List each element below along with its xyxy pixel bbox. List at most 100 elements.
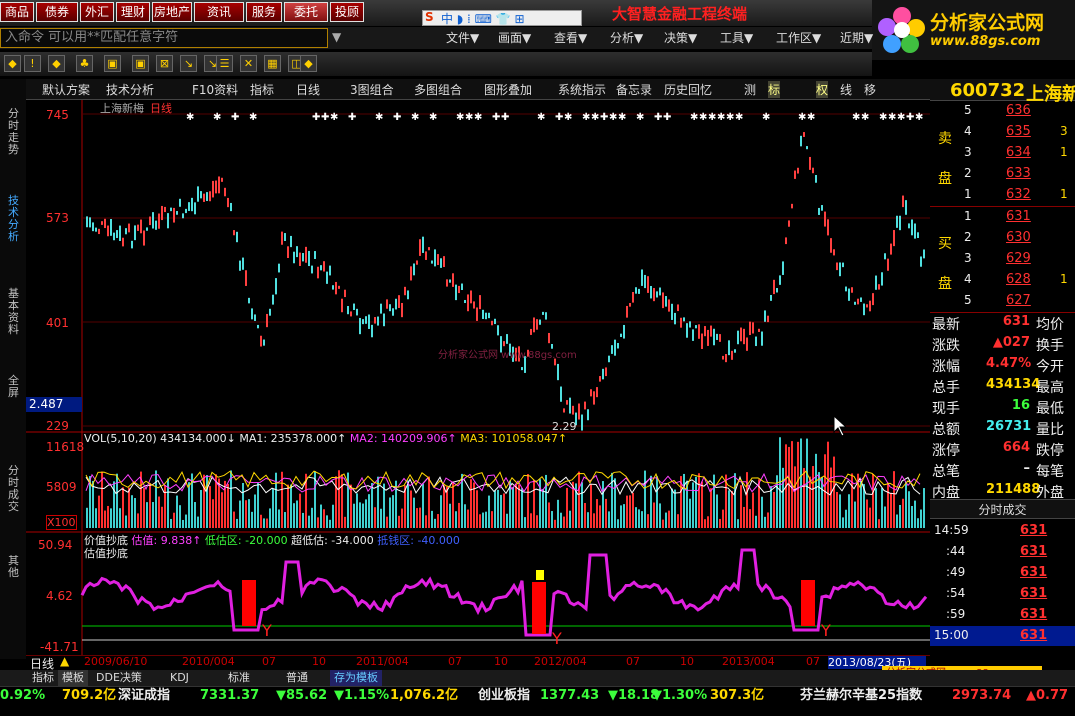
side-tab-4[interactable]: 分时成交 (8, 465, 22, 513)
command-dropdown-icon[interactable]: ▼ (332, 30, 341, 44)
volume-bar (677, 514, 679, 528)
candle (89, 217, 91, 228)
menu-item-6[interactable]: 工作区▼ (776, 29, 821, 46)
tab-9[interactable]: 备忘录 (616, 81, 652, 98)
volume-bar (626, 495, 628, 528)
candle (134, 225, 136, 241)
bottom-tab-2[interactable]: DDE决策 (92, 670, 146, 686)
tool-icon-13[interactable]: ◆ (300, 55, 317, 72)
menu-item-3[interactable]: 分析▼ (610, 29, 643, 46)
volume-bar (116, 473, 118, 528)
volume-bar (716, 494, 718, 528)
tool-icon-10[interactable]: ✕ (240, 55, 257, 72)
side-tab-0[interactable]: 分时走势 (8, 108, 22, 156)
tool-icon-7[interactable]: ↘ (180, 55, 197, 72)
tab-13[interactable]: 权 (816, 81, 829, 98)
candle (140, 219, 142, 234)
menu-item-5[interactable]: 工具▼ (720, 29, 753, 46)
y-label-745: 745 (46, 108, 69, 122)
candle (821, 205, 823, 211)
top-button-0[interactable]: 商品 (0, 2, 34, 22)
tab-0[interactable]: 默认方案 (42, 81, 90, 98)
date-label-11: 07 (806, 655, 820, 668)
tab-3[interactable]: 指标 (250, 81, 274, 98)
menu-item-0[interactable]: 文件▼ (446, 29, 479, 46)
top-button-8[interactable]: 投顾 (330, 2, 364, 22)
signal-marker: ✚ (663, 112, 671, 123)
tool-icon-3[interactable]: ♣ (76, 55, 93, 72)
buy-signal-y: Y (820, 621, 831, 640)
sell-level-1: 4 (964, 124, 972, 138)
tool-icon-2[interactable]: ◆ (48, 55, 65, 72)
volume-bar (425, 515, 427, 528)
side-tab-5[interactable]: 其他 (8, 555, 22, 579)
top-button-2[interactable]: 外汇 (80, 2, 114, 22)
status-item-0: 0.92% (0, 688, 46, 703)
tool-icon-6[interactable]: ⊠ (156, 55, 173, 72)
bottom-tab-6[interactable]: 存为模板 (330, 670, 382, 686)
candle (866, 304, 868, 308)
tool-icon-4[interactable]: ▣ (104, 55, 121, 72)
menu-item-7[interactable]: 近期▼ (840, 29, 873, 46)
volume-bar (338, 470, 340, 528)
command-input[interactable]: 入命令 可以用**匹配任意字符 (0, 28, 328, 48)
volume-bar (512, 487, 514, 528)
tab-14[interactable]: 线 (840, 81, 852, 98)
bottom-tab-1[interactable]: 模板 (58, 670, 88, 686)
tab-2[interactable]: F10资料 (192, 81, 238, 98)
volume-bar (722, 509, 724, 528)
side-tab-2[interactable]: 基本资料 (8, 288, 22, 336)
input-method-bar[interactable]: S 中 ◗ ⁞ ⌨ 👕 ⊞ (422, 10, 582, 26)
top-button-6[interactable]: 服务 (246, 2, 282, 22)
candle (263, 339, 265, 346)
volume-bar (614, 478, 616, 528)
top-button-4[interactable]: 房地产 (152, 2, 192, 22)
chart-canvas[interactable]: ✱ ✱ ✚ ✱ ✚ ✚ ✱ ✚ ✱ ✚ ✱ ✱ ✱ ✱ ✱ ✚ ✚ ✱ ✚ ✱ ✱ ✱ ✚ ✱ ✱ ✱ ✚ ✚ ✱ ✱ ✱ ✱ ✱ ✱ ✱ ✱ ✱ ✱ ✱ ✱… (26, 100, 930, 656)
top-button-5[interactable]: 资讯 (194, 2, 244, 22)
top-button-7[interactable]: 委托 (284, 2, 328, 22)
bottom-tab-5[interactable]: 普通 (282, 670, 312, 686)
candle (224, 187, 226, 197)
buy-level-3: 4 (964, 272, 972, 286)
tab-11[interactable]: 测 (744, 81, 756, 98)
tab-12[interactable]: 标 (768, 81, 781, 98)
volume-bar (377, 476, 379, 528)
menu-item-4[interactable]: 决策▼ (664, 29, 697, 46)
bottom-tab-0[interactable]: 指标 (28, 670, 58, 686)
tool-icon-9[interactable]: ☰ (216, 55, 233, 72)
volume-bar (362, 503, 364, 528)
top-button-3[interactable]: 理财 (116, 2, 150, 22)
tab-7[interactable]: 图形叠加 (484, 81, 532, 98)
candle (110, 219, 112, 236)
trades-title[interactable]: 分时成交 (930, 499, 1075, 519)
tool-icon-1[interactable]: ! (24, 55, 41, 72)
volume-bar (266, 518, 268, 528)
tool-icon-5[interactable]: ▣ (132, 55, 149, 72)
volume-bar (167, 478, 169, 528)
volume-bar (899, 504, 901, 528)
date-label-7: 2012/004 (534, 655, 587, 668)
tab-4[interactable]: 日线 (296, 81, 320, 98)
period-up-icon[interactable]: ▲ (60, 654, 69, 668)
side-tab-1[interactable]: 技术分析 (8, 195, 22, 243)
bottom-tab-4[interactable]: 标准 (224, 670, 254, 686)
signal-marker: ✱ (807, 112, 815, 123)
bottom-tab-3[interactable]: KDJ (166, 670, 193, 686)
volume-bar (755, 515, 757, 528)
volume-bar (662, 519, 664, 528)
tab-1[interactable]: 技术分析 (106, 81, 154, 98)
kline-chart-area[interactable]: ✱ ✱ ✚ ✱ ✚ ✚ ✱ ✚ ✱ ✚ ✱ ✱ ✱ ✱ ✱ ✚ ✚ ✱ ✚ ✱ ✱ ✱ ✚ ✱ ✱ ✱ ✚ ✚ ✱ ✱ ✱ ✱ ✱ ✱ ✱ ✱ ✱ ✱ ✱ ✱… (26, 100, 930, 656)
tool-icon-11[interactable]: ▦ (264, 55, 281, 72)
top-button-1[interactable]: 债券 (36, 2, 78, 22)
volume-bar (635, 507, 637, 528)
side-tab-3[interactable]: 全屏 (8, 375, 22, 399)
tab-5[interactable]: 3图组合 (350, 81, 394, 98)
tab-15[interactable]: 移 (864, 81, 876, 98)
tab-10[interactable]: 历史回忆 (664, 81, 712, 98)
menu-item-2[interactable]: 查看▼ (554, 29, 587, 46)
tab-8[interactable]: 系统指示 (558, 81, 606, 98)
tab-6[interactable]: 多图组合 (414, 81, 462, 98)
tool-icon-0[interactable]: ◆ (4, 55, 21, 72)
volume-bar (494, 490, 496, 528)
menu-item-1[interactable]: 画面▼ (498, 29, 531, 46)
